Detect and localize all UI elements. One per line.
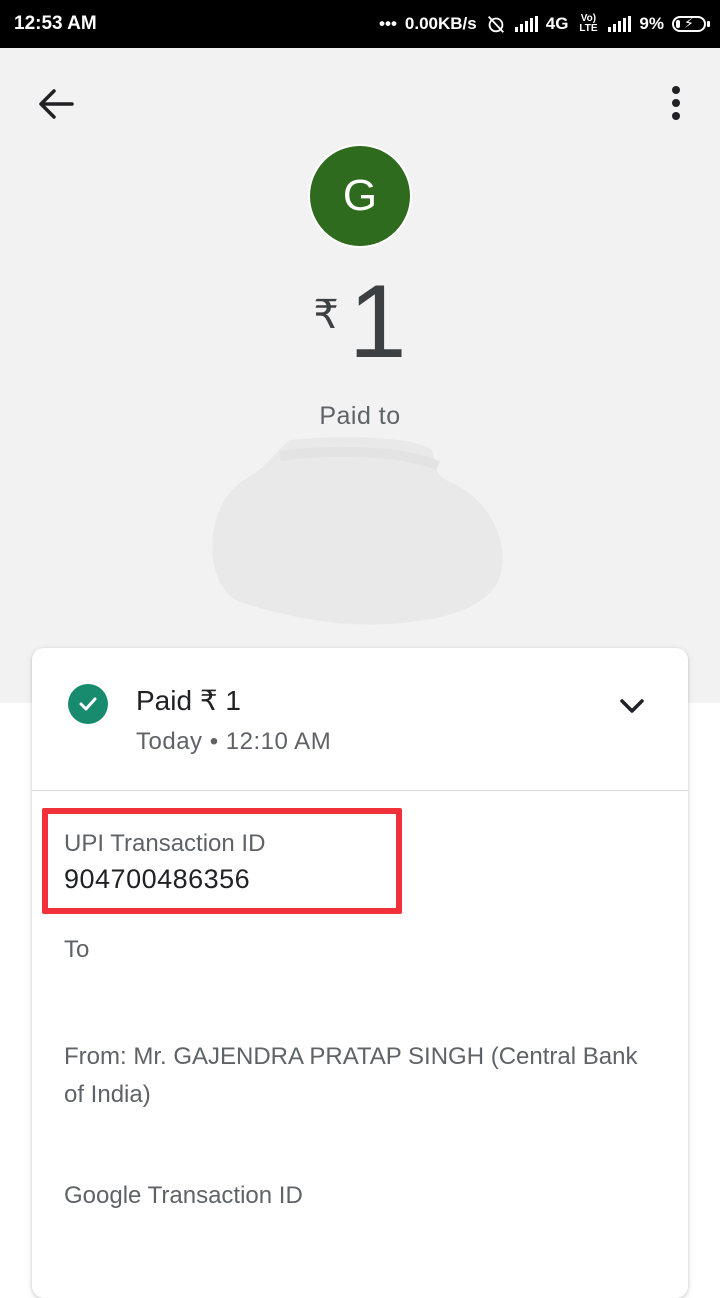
google-transaction-id-label: Google Transaction ID [64, 1182, 303, 1209]
signal-icon-2 [608, 16, 632, 32]
status-icons: ••• 0.00KB/s 4G Vo) LTE 9% ⚡ [379, 13, 710, 35]
payment-status-title: Paid ₹ 1 [136, 685, 241, 716]
status-time: 12:53 AM [14, 13, 97, 34]
to-label: To [64, 936, 90, 963]
volte-label: Vo) LTE [579, 13, 598, 34]
from-account-text: From: Mr. GAJENDRA PRATAP SINGH (Central… [64, 1043, 638, 1108]
paid-to-label: Paid to [319, 402, 401, 430]
redacted-scribble [212, 437, 503, 625]
network-speed: 0.00KB/s [404, 14, 477, 33]
amount-display: ₹ 1 [0, 270, 720, 380]
status-dots: ••• [379, 14, 397, 33]
alarm-off-icon [487, 16, 504, 33]
upi-transaction-id-value: 904700486356 [64, 864, 251, 894]
signal-icon [514, 16, 538, 32]
avatar: G [310, 146, 410, 246]
more-vert-icon[interactable] [660, 84, 692, 124]
battery-percent: 9% [639, 14, 664, 33]
transaction-card: Paid ₹ 1 Today • 12:10 AM UPI Transactio… [32, 648, 688, 1298]
network-type: 4G [545, 14, 569, 33]
upi-transaction-id-label: UPI Transaction ID [64, 830, 266, 857]
arrow-back-icon[interactable] [36, 86, 76, 126]
currency-symbol: ₹ [313, 293, 339, 337]
amount-value: 1 [348, 264, 407, 380]
status-bar: 12:53 AM ••• 0.00KB/s 4G Vo) LTE 9% ⚡ [0, 0, 720, 48]
payment-timestamp: Today • 12:10 AM [136, 728, 332, 755]
battery-charging-icon: ⚡ [672, 15, 710, 32]
transaction-status-row[interactable]: Paid ₹ 1 Today • 12:10 AM [32, 648, 688, 790]
chevron-down-icon[interactable] [616, 690, 648, 722]
check-circle-icon [68, 684, 108, 724]
divider [32, 790, 688, 791]
upi-id-highlight-box [42, 808, 402, 914]
